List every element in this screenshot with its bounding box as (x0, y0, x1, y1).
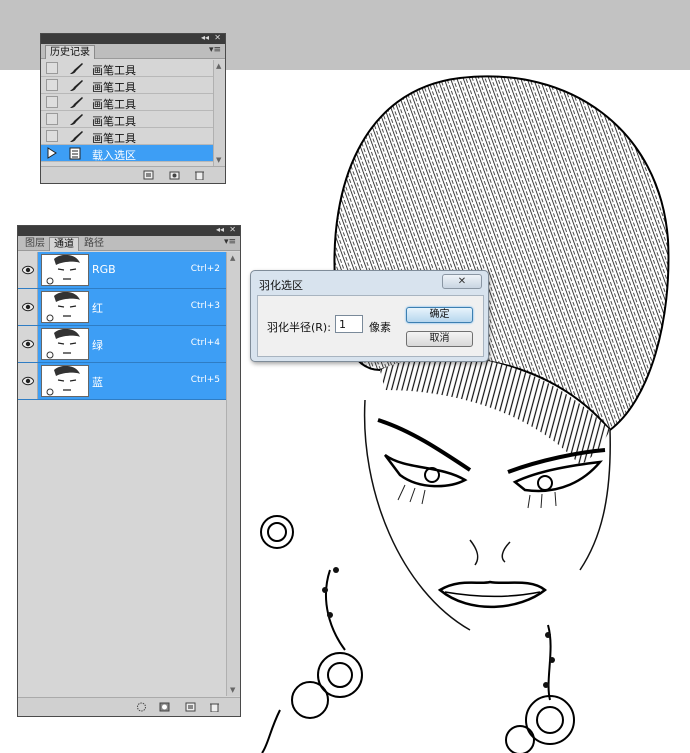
panel-menu-icon[interactable]: ▾≡ (224, 237, 236, 247)
scroll-up-icon[interactable]: ▲ (230, 254, 235, 262)
unit-label: 像素 (369, 321, 391, 334)
new-channel-icon[interactable] (185, 702, 196, 712)
new-snapshot-icon[interactable] (169, 170, 180, 180)
scroll-up-icon[interactable]: ▲ (216, 62, 221, 70)
close-icon[interactable]: ✕ (214, 32, 221, 44)
cancel-button[interactable]: 取消 (406, 331, 473, 347)
save-selection-as-channel-icon[interactable] (159, 702, 170, 712)
history-state-marker-icon (46, 147, 58, 159)
snapshot-source-checkbox[interactable] (46, 62, 58, 74)
tab-layers[interactable]: 图层 (21, 237, 49, 251)
tab-paths[interactable]: 路径 (80, 237, 108, 251)
brush-icon (70, 131, 83, 142)
collapse-icon[interactable]: ◂◂ (201, 32, 209, 44)
history-item-label: 画笔工具 (92, 115, 136, 128)
history-panel-titlebar[interactable]: ◂◂ ✕ (41, 32, 225, 44)
channel-shortcut: Ctrl+2 (190, 264, 220, 274)
history-tabs: 历史记录 ▾≡ (41, 44, 225, 59)
history-item[interactable]: 画笔工具 (41, 94, 213, 111)
channel-thumbnail (41, 291, 89, 323)
brush-icon (70, 80, 83, 91)
channel-row[interactable]: 绿 Ctrl+4 (18, 326, 226, 363)
dialog-body: 羽化半径(R): 像素 确定 取消 (257, 295, 484, 357)
channel-row[interactable]: 红 Ctrl+3 (18, 289, 226, 326)
snapshot-source-checkbox[interactable] (46, 130, 58, 142)
feather-radius-label: 羽化半径(R): (267, 321, 331, 334)
load-selection-icon (69, 147, 81, 160)
history-item[interactable]: 画笔工具 (41, 128, 213, 145)
new-document-from-state-icon[interactable] (143, 170, 154, 180)
load-channel-as-selection-icon[interactable] (136, 702, 147, 712)
channel-shortcut: Ctrl+3 (190, 301, 220, 311)
ok-button[interactable]: 确定 (406, 307, 473, 323)
channel-row[interactable]: 蓝 Ctrl+5 (18, 363, 226, 400)
history-list: 画笔工具 画笔工具 画笔工具 画笔工具 画笔工具 载入选区 (41, 60, 213, 162)
scroll-down-icon[interactable]: ▼ (230, 686, 235, 694)
brush-icon (70, 97, 83, 108)
channels-tabs: 图层 通道 路径 ▾≡ (18, 236, 240, 251)
history-item-label: 画笔工具 (92, 132, 136, 145)
channel-thumbnail (41, 254, 89, 286)
channel-list: RGB Ctrl+2 红 Ctrl+3 绿 Ctrl+4 蓝 Ctrl+5 (18, 252, 226, 400)
tab-channels[interactable]: 通道 (49, 237, 79, 251)
panel-menu-icon[interactable]: ▾≡ (209, 45, 221, 55)
channels-panel-titlebar[interactable]: ◂◂ ✕ (18, 224, 240, 236)
channels-panel: ◂◂ ✕ 图层 通道 路径 ▾≡ RGB Ctrl+2 红 Ctrl+3 绿 C… (17, 225, 241, 717)
history-item[interactable]: 画笔工具 (41, 111, 213, 128)
visibility-eye-icon[interactable] (18, 289, 38, 325)
scroll-down-icon[interactable]: ▼ (216, 156, 221, 164)
channel-thumbnail (41, 328, 89, 360)
visibility-eye-icon[interactable] (18, 326, 38, 362)
channel-name: 绿 (92, 339, 103, 352)
history-item-label: 画笔工具 (92, 98, 136, 111)
channel-shortcut: Ctrl+4 (190, 338, 220, 348)
dialog-close-button[interactable]: ✕ (442, 274, 482, 289)
history-item-label: 载入选区 (92, 149, 136, 162)
tab-history[interactable]: 历史记录 (45, 45, 95, 59)
channel-name: RGB (92, 263, 116, 276)
snapshot-source-checkbox[interactable] (46, 79, 58, 91)
close-icon[interactable]: ✕ (229, 224, 236, 236)
channel-name: 蓝 (92, 376, 103, 389)
channel-row[interactable]: RGB Ctrl+2 (18, 252, 226, 289)
brush-icon (70, 114, 83, 125)
channels-footer (18, 697, 240, 716)
history-item[interactable]: 画笔工具 (41, 77, 213, 94)
brush-icon (70, 63, 83, 74)
history-footer (41, 166, 225, 183)
visibility-eye-icon[interactable] (18, 252, 38, 288)
feather-radius-input[interactable] (335, 315, 363, 333)
snapshot-source-checkbox[interactable] (46, 96, 58, 108)
snapshot-source-checkbox[interactable] (46, 113, 58, 125)
history-scrollbar[interactable]: ▲ ▼ (213, 60, 225, 166)
channel-name: 红 (92, 302, 103, 315)
collapse-icon[interactable]: ◂◂ (216, 224, 224, 236)
trash-icon[interactable] (194, 170, 205, 180)
history-item-label: 画笔工具 (92, 81, 136, 94)
channel-shortcut: Ctrl+5 (190, 375, 220, 385)
channels-scrollbar[interactable]: ▲ ▼ (226, 252, 240, 696)
channel-thumbnail (41, 365, 89, 397)
feather-selection-dialog: 羽化选区 ✕ 羽化半径(R): 像素 确定 取消 (250, 270, 489, 362)
history-item[interactable]: 画笔工具 (41, 60, 213, 77)
history-panel: ◂◂ ✕ 历史记录 ▾≡ 画笔工具 画笔工具 画笔工具 画笔工具 画笔工具 载入… (40, 33, 226, 184)
dialog-title: 羽化选区 (259, 279, 303, 292)
history-item-label: 画笔工具 (92, 64, 136, 77)
history-item-selected[interactable]: 载入选区 (41, 145, 213, 162)
visibility-eye-icon[interactable] (18, 363, 38, 399)
trash-icon[interactable] (209, 702, 220, 712)
